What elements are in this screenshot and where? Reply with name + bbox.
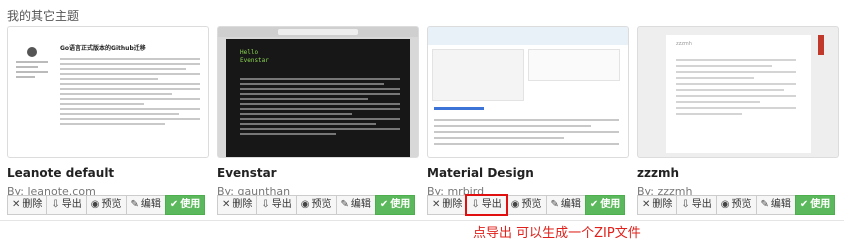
export-button[interactable]: ⇩ 导出	[256, 195, 297, 215]
theme-actions: ✕ 删除 ⇩ 导出 ◉ 预览 ✎ 编辑 ✔ 使用	[7, 195, 206, 215]
download-icon: ⇩	[261, 199, 270, 210]
use-button[interactable]: ✔ 使用	[164, 195, 206, 215]
thumb-browser-bar	[218, 27, 418, 37]
divider	[0, 220, 844, 221]
export-button-highlighted[interactable]: ⇩ 导出	[465, 194, 508, 216]
annotation-text: 点导出 可以生成一个ZIP文件	[473, 226, 641, 241]
edit-button[interactable]: ✎ 编辑	[755, 195, 796, 215]
theme-actions: ✕ 删除 ⇩ 导出 ◉ 预览 ✎ 编辑 ✔ 使用	[217, 195, 416, 215]
thumb-text	[60, 55, 200, 128]
theme-name: zzzmh	[637, 166, 679, 180]
delete-button[interactable]: ✕ 删除	[7, 195, 48, 215]
thumb-title: zzzmh	[676, 41, 692, 47]
theme-name: Leanote default	[7, 166, 115, 180]
theme-actions: ✕ 删除 ⇩ 导出 ◉ 预览 ✎ 编辑 ✔ 使用	[427, 194, 626, 216]
use-button[interactable]: ✔ 使用	[584, 195, 626, 215]
theme-thumbnail[interactable]: Hello Evenstar	[217, 26, 419, 158]
close-icon: ✕	[12, 199, 21, 210]
delete-button[interactable]: ✕ 删除	[217, 195, 258, 215]
theme-actions: ✕ 删除 ⇩ 导出 ◉ 预览 ✎ 编辑 ✔ 使用	[637, 195, 836, 215]
check-icon: ✔	[799, 199, 809, 210]
theme-name: Evenstar	[217, 166, 277, 180]
theme-card-evenstar: Hello Evenstar Evenstar By: gaunthan ✕ 删除…	[217, 26, 419, 215]
preview-button[interactable]: ◉ 预览	[85, 195, 127, 215]
preview-button[interactable]: ◉ 预览	[295, 195, 337, 215]
theme-thumbnail[interactable]: zzzmh	[637, 26, 839, 158]
thumb-title: Go语言正式版本的Github迁移	[60, 45, 146, 52]
theme-card-material-design: Material Design By: mrbird ✕ 删除 ⇩ 导出 ◉ 预览 ✎…	[427, 26, 629, 216]
check-icon: ✔	[379, 199, 389, 210]
eye-icon: ◉	[510, 199, 520, 210]
preview-button[interactable]: ◉ 预览	[505, 195, 547, 215]
eye-icon: ◉	[720, 199, 730, 210]
check-icon: ✔	[589, 199, 599, 210]
close-icon: ✕	[432, 199, 441, 210]
theme-list: Go语言正式版本的Github迁移 Leanote default By: le…	[7, 26, 843, 216]
theme-thumbnail[interactable]	[427, 26, 629, 158]
delete-button[interactable]: ✕ 删除	[427, 195, 468, 215]
eye-icon: ◉	[90, 199, 100, 210]
thumb-title: Hello	[240, 49, 259, 56]
check-icon: ✔	[169, 199, 179, 210]
preview-button[interactable]: ◉ 预览	[715, 195, 757, 215]
pencil-icon: ✎	[130, 199, 139, 210]
pencil-icon: ✎	[340, 199, 349, 210]
theme-thumbnail[interactable]: Go语言正式版本的Github迁移	[7, 26, 209, 158]
close-icon: ✕	[222, 199, 231, 210]
eye-icon: ◉	[300, 199, 310, 210]
download-icon: ⇩	[681, 199, 690, 210]
thumb-sidebar	[16, 41, 48, 81]
theme-card-leanote-default: Go语言正式版本的Github迁移 Leanote default By: le…	[7, 26, 209, 215]
pencil-icon: ✎	[760, 199, 769, 210]
edit-button[interactable]: ✎ 编辑	[335, 195, 376, 215]
close-icon: ✕	[642, 199, 651, 210]
thumb-screen: Hello Evenstar	[226, 39, 410, 157]
download-icon: ⇩	[51, 199, 60, 210]
theme-card-zzzmh: zzzmh zzzmh By: zzzmh ✕ 删除 ⇩ 导出 ◉ 预览 ✎ 编辑 ✔ 使…	[637, 26, 839, 215]
edit-button[interactable]: ✎ 编辑	[125, 195, 166, 215]
pencil-icon: ✎	[550, 199, 559, 210]
download-icon: ⇩	[471, 199, 480, 210]
thumb-subtitle: Evenstar	[240, 57, 269, 64]
theme-name: Material Design	[427, 166, 534, 180]
avatar	[27, 47, 37, 57]
export-button[interactable]: ⇩ 导出	[46, 195, 87, 215]
section-title: 我的其它主题	[7, 9, 80, 23]
use-button[interactable]: ✔ 使用	[794, 195, 836, 215]
use-button[interactable]: ✔ 使用	[374, 195, 416, 215]
edit-button[interactable]: ✎ 编辑	[545, 195, 586, 215]
delete-button[interactable]: ✕ 删除	[637, 195, 678, 215]
export-button[interactable]: ⇩ 导出	[676, 195, 717, 215]
